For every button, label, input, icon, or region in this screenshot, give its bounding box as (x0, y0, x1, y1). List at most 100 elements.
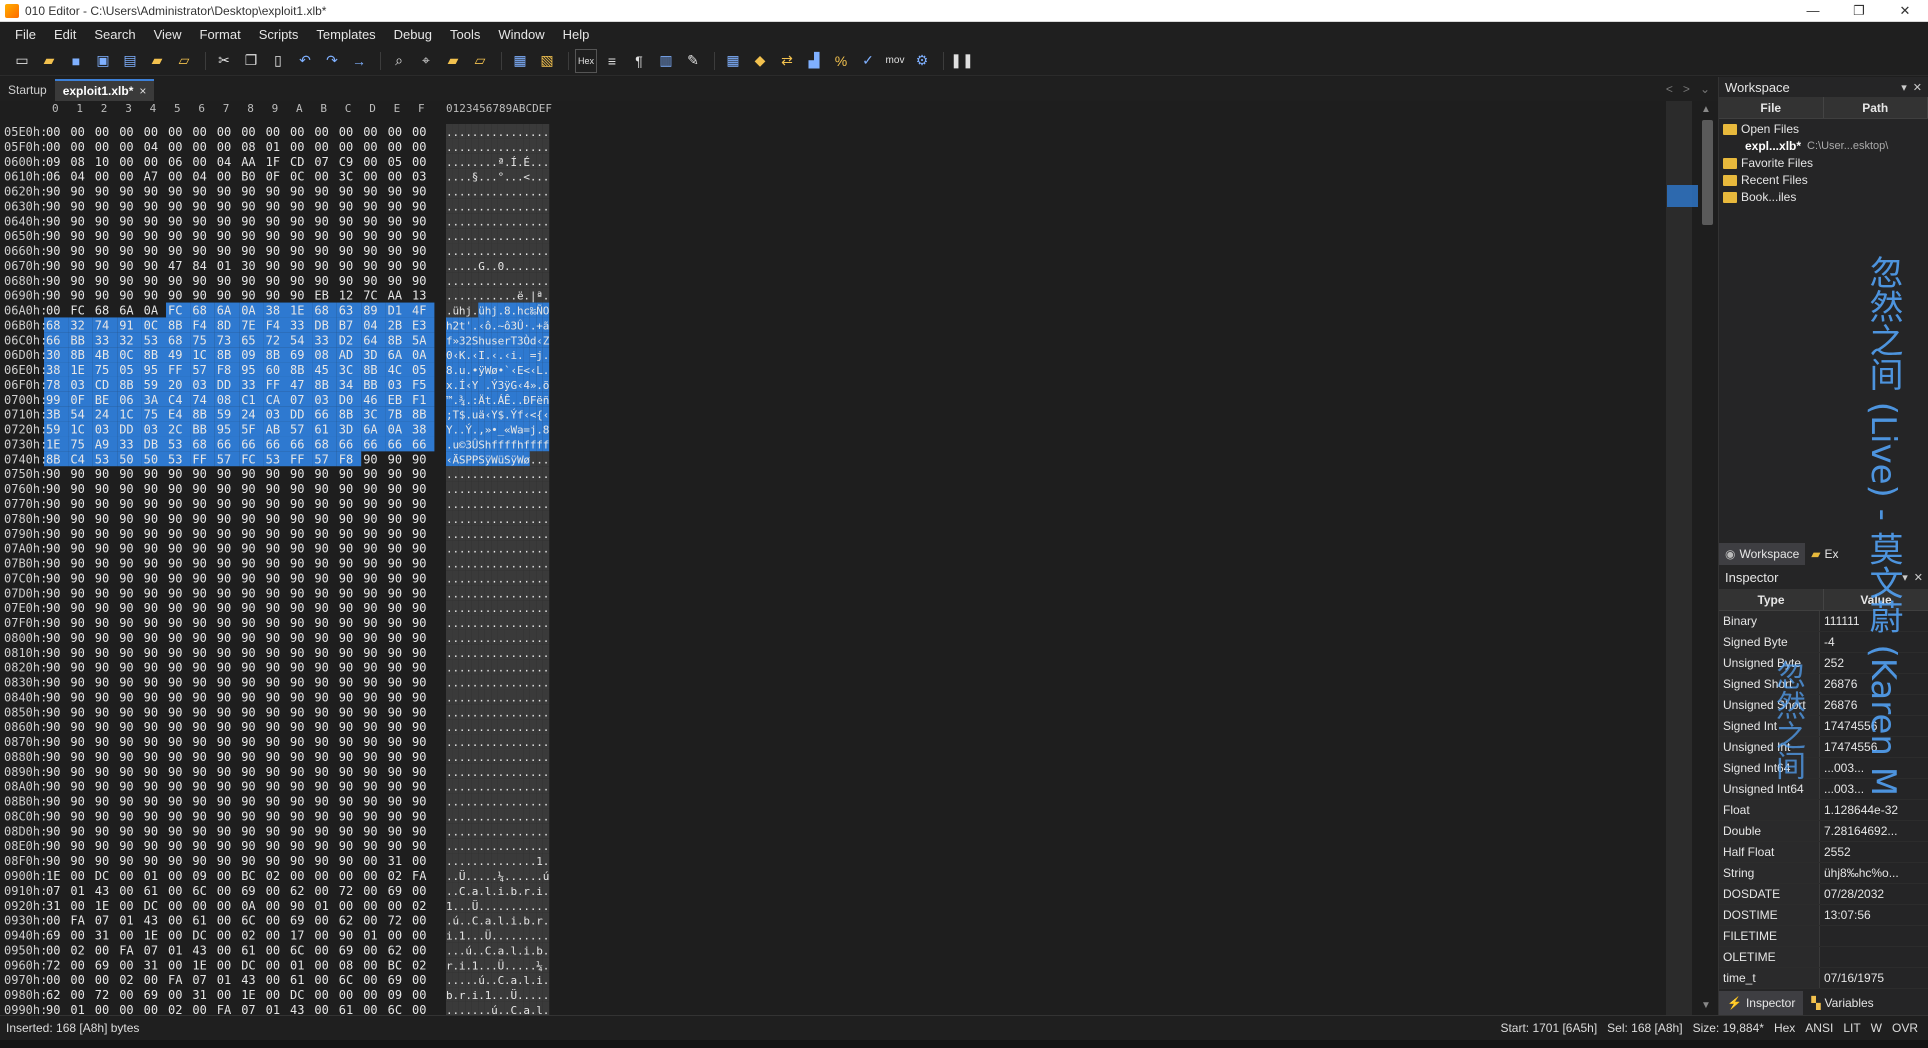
copy-icon[interactable]: ❐ (239, 49, 263, 73)
inspector-value[interactable]: ühj8‰hc%o... (1819, 863, 1928, 883)
tab-list-icon[interactable]: ⌄ (1700, 82, 1710, 96)
minimap-strip[interactable] (1666, 101, 1692, 1015)
cut-icon[interactable]: ✂ (212, 49, 236, 73)
column-type[interactable]: Type (1719, 589, 1824, 610)
menu-tools[interactable]: Tools (441, 27, 489, 42)
checksum-icon[interactable]: ✓ (856, 49, 880, 73)
menu-debug[interactable]: Debug (385, 27, 441, 42)
process-icon[interactable]: ⚙ (910, 49, 934, 73)
inspector-value[interactable]: 13:07:56 (1819, 905, 1928, 925)
tab-startup[interactable]: Startup (0, 79, 55, 101)
inspector-row[interactable]: OLETIME (1719, 947, 1928, 968)
inspector-value[interactable]: 2552 (1819, 842, 1928, 862)
undo-icon[interactable]: ↶ (293, 49, 317, 73)
paste-icon[interactable]: ▯ (266, 49, 290, 73)
hex-byte: 90 (119, 557, 133, 571)
menu-format[interactable]: Format (191, 27, 250, 42)
column-file[interactable]: File (1719, 97, 1824, 118)
tree-open-file-exploit1[interactable]: expl...xlb* C:\User...esktop\ (1719, 138, 1928, 155)
inspector-row[interactable]: String ühj8‰hc%o... (1719, 863, 1928, 884)
menu-view[interactable]: View (145, 27, 191, 42)
tab-variables[interactable]: ▚ Variables (1803, 991, 1881, 1015)
scroll-up-icon[interactable]: ▲ (1701, 104, 1711, 115)
tab-next-icon[interactable]: > (1683, 82, 1690, 96)
inspector-value[interactable]: 07/16/1975 (1819, 968, 1928, 988)
hex-mode-icon[interactable]: Hex (575, 48, 597, 73)
compare-icon[interactable]: ▦ (508, 49, 532, 73)
find-in-files-icon[interactable]: ▰ (441, 49, 465, 73)
menu-edit[interactable]: Edit (45, 27, 85, 42)
panel-close-icon[interactable]: ✕ (1913, 81, 1922, 94)
inspector-row[interactable]: DOSTIME 13:07:56 (1719, 905, 1928, 926)
goto-icon[interactable]: → (347, 49, 371, 73)
open-file-icon[interactable]: ▰ (37, 49, 61, 73)
new-file-icon[interactable]: ▭ (10, 49, 34, 73)
replace-in-files-icon[interactable]: ▱ (468, 49, 492, 73)
menu-help[interactable]: Help (554, 27, 599, 42)
status-write[interactable]: W (1871, 1021, 1882, 1035)
vertical-scrollbar-thumb[interactable] (1702, 120, 1713, 225)
open-folder-icon[interactable]: ▰ (145, 49, 169, 73)
inspector-value[interactable] (1819, 926, 1928, 946)
inspector-row[interactable]: Float 1.128644e-32 (1719, 800, 1928, 821)
inspector-row[interactable]: DOSDATE 07/28/2032 (1719, 884, 1928, 905)
menu-templates[interactable]: Templates (307, 27, 384, 42)
close-button[interactable]: ✕ (1882, 0, 1928, 22)
hex-editor-area[interactable]: 0 1 2 3 4 5 6 7 8 9 A B C D E F 0123456789ABCDEF 05E0h: 00… (0, 101, 1680, 1015)
menu-scripts[interactable]: Scripts (250, 27, 308, 42)
workspace-folder-icon[interactable]: ▱ (172, 49, 196, 73)
inspector-row[interactable]: time_t 07/16/1975 (1719, 968, 1928, 989)
tab-close-icon[interactable]: × (139, 84, 146, 98)
save-all-icon[interactable]: ▤ (118, 49, 142, 73)
status-mode[interactable]: Hex (1774, 1021, 1795, 1035)
tree-open-files[interactable]: Open Files (1719, 121, 1928, 138)
highlight-icon[interactable]: ✎ (681, 49, 705, 73)
scroll-down-icon[interactable]: ▼ (1701, 1000, 1711, 1011)
minimize-button[interactable]: — (1790, 0, 1836, 22)
status-endian[interactable]: LIT (1843, 1021, 1860, 1035)
tab-explorer[interactable]: ▰ Ex (1805, 543, 1844, 565)
histogram-icon[interactable]: ▟ (802, 49, 826, 73)
menu-window[interactable]: Window (489, 27, 553, 42)
show-whitespace-icon[interactable]: ¶ (627, 49, 651, 73)
panel-menu-icon[interactable]: ▾ (1901, 81, 1907, 94)
replace-icon[interactable]: ⌖ (414, 49, 438, 73)
mov-icon[interactable]: mov (883, 49, 907, 73)
swap-icon[interactable]: ⇄ (775, 49, 799, 73)
maximize-button[interactable]: ❐ (1836, 0, 1882, 22)
tree-recent-files[interactable]: Recent Files (1719, 172, 1928, 189)
save-as-icon[interactable]: ▣ (91, 49, 115, 73)
calculator-icon[interactable]: ▦ (721, 49, 745, 73)
columns-icon[interactable]: ▥ (654, 49, 678, 73)
percent-icon[interactable]: % (829, 49, 853, 73)
template-icon[interactable]: ▧ (535, 49, 559, 73)
hex-byte: BB (70, 333, 84, 347)
menu-search[interactable]: Search (85, 27, 144, 42)
tree-favorite-files[interactable]: Favorite Files (1719, 155, 1928, 172)
tree-bookmarked-files[interactable]: Book...iles (1719, 189, 1928, 206)
pause-icon[interactable]: ❚❚ (950, 49, 974, 73)
hex-view[interactable]: 0 1 2 3 4 5 6 7 8 9 A B C D E F 0123456789ABCDEF05E0h:00… (0, 101, 1660, 1015)
redo-icon[interactable]: ↷ (320, 49, 344, 73)
column-path[interactable]: Path (1824, 97, 1928, 118)
menu-file[interactable]: File (6, 27, 45, 42)
status-overwrite[interactable]: OVR (1892, 1021, 1918, 1035)
save-icon[interactable]: ■ (64, 49, 88, 73)
inspector-value[interactable] (1819, 947, 1928, 967)
inspector-row[interactable]: FILETIME (1719, 926, 1928, 947)
inspector-row[interactable]: Double 7.28164692... (1719, 821, 1928, 842)
tab-inspector[interactable]: ⚡ Inspector (1719, 991, 1804, 1015)
text-mode-icon[interactable]: ≡ (600, 49, 624, 73)
find-icon[interactable]: ⌕ (387, 49, 411, 73)
tab-exploit1[interactable]: exploit1.xlb* × (54, 79, 155, 101)
inspector-row[interactable]: Half Float 2552 (1719, 842, 1928, 863)
bookmark-icon[interactable]: ◆ (748, 49, 772, 73)
inspector-value[interactable]: 07/28/2032 (1819, 884, 1928, 904)
status-encoding[interactable]: ANSI (1805, 1021, 1833, 1035)
panel-menu-icon[interactable]: ▾ (1902, 571, 1908, 584)
tab-workspace[interactable]: ◉ Workspace (1719, 543, 1806, 565)
tab-prev-icon[interactable]: < (1666, 82, 1673, 96)
inspector-value[interactable]: 7.28164692... (1819, 821, 1928, 841)
inspector-value[interactable]: 1.128644e-32 (1819, 800, 1928, 820)
panel-close-icon[interactable]: ✕ (1914, 571, 1923, 584)
